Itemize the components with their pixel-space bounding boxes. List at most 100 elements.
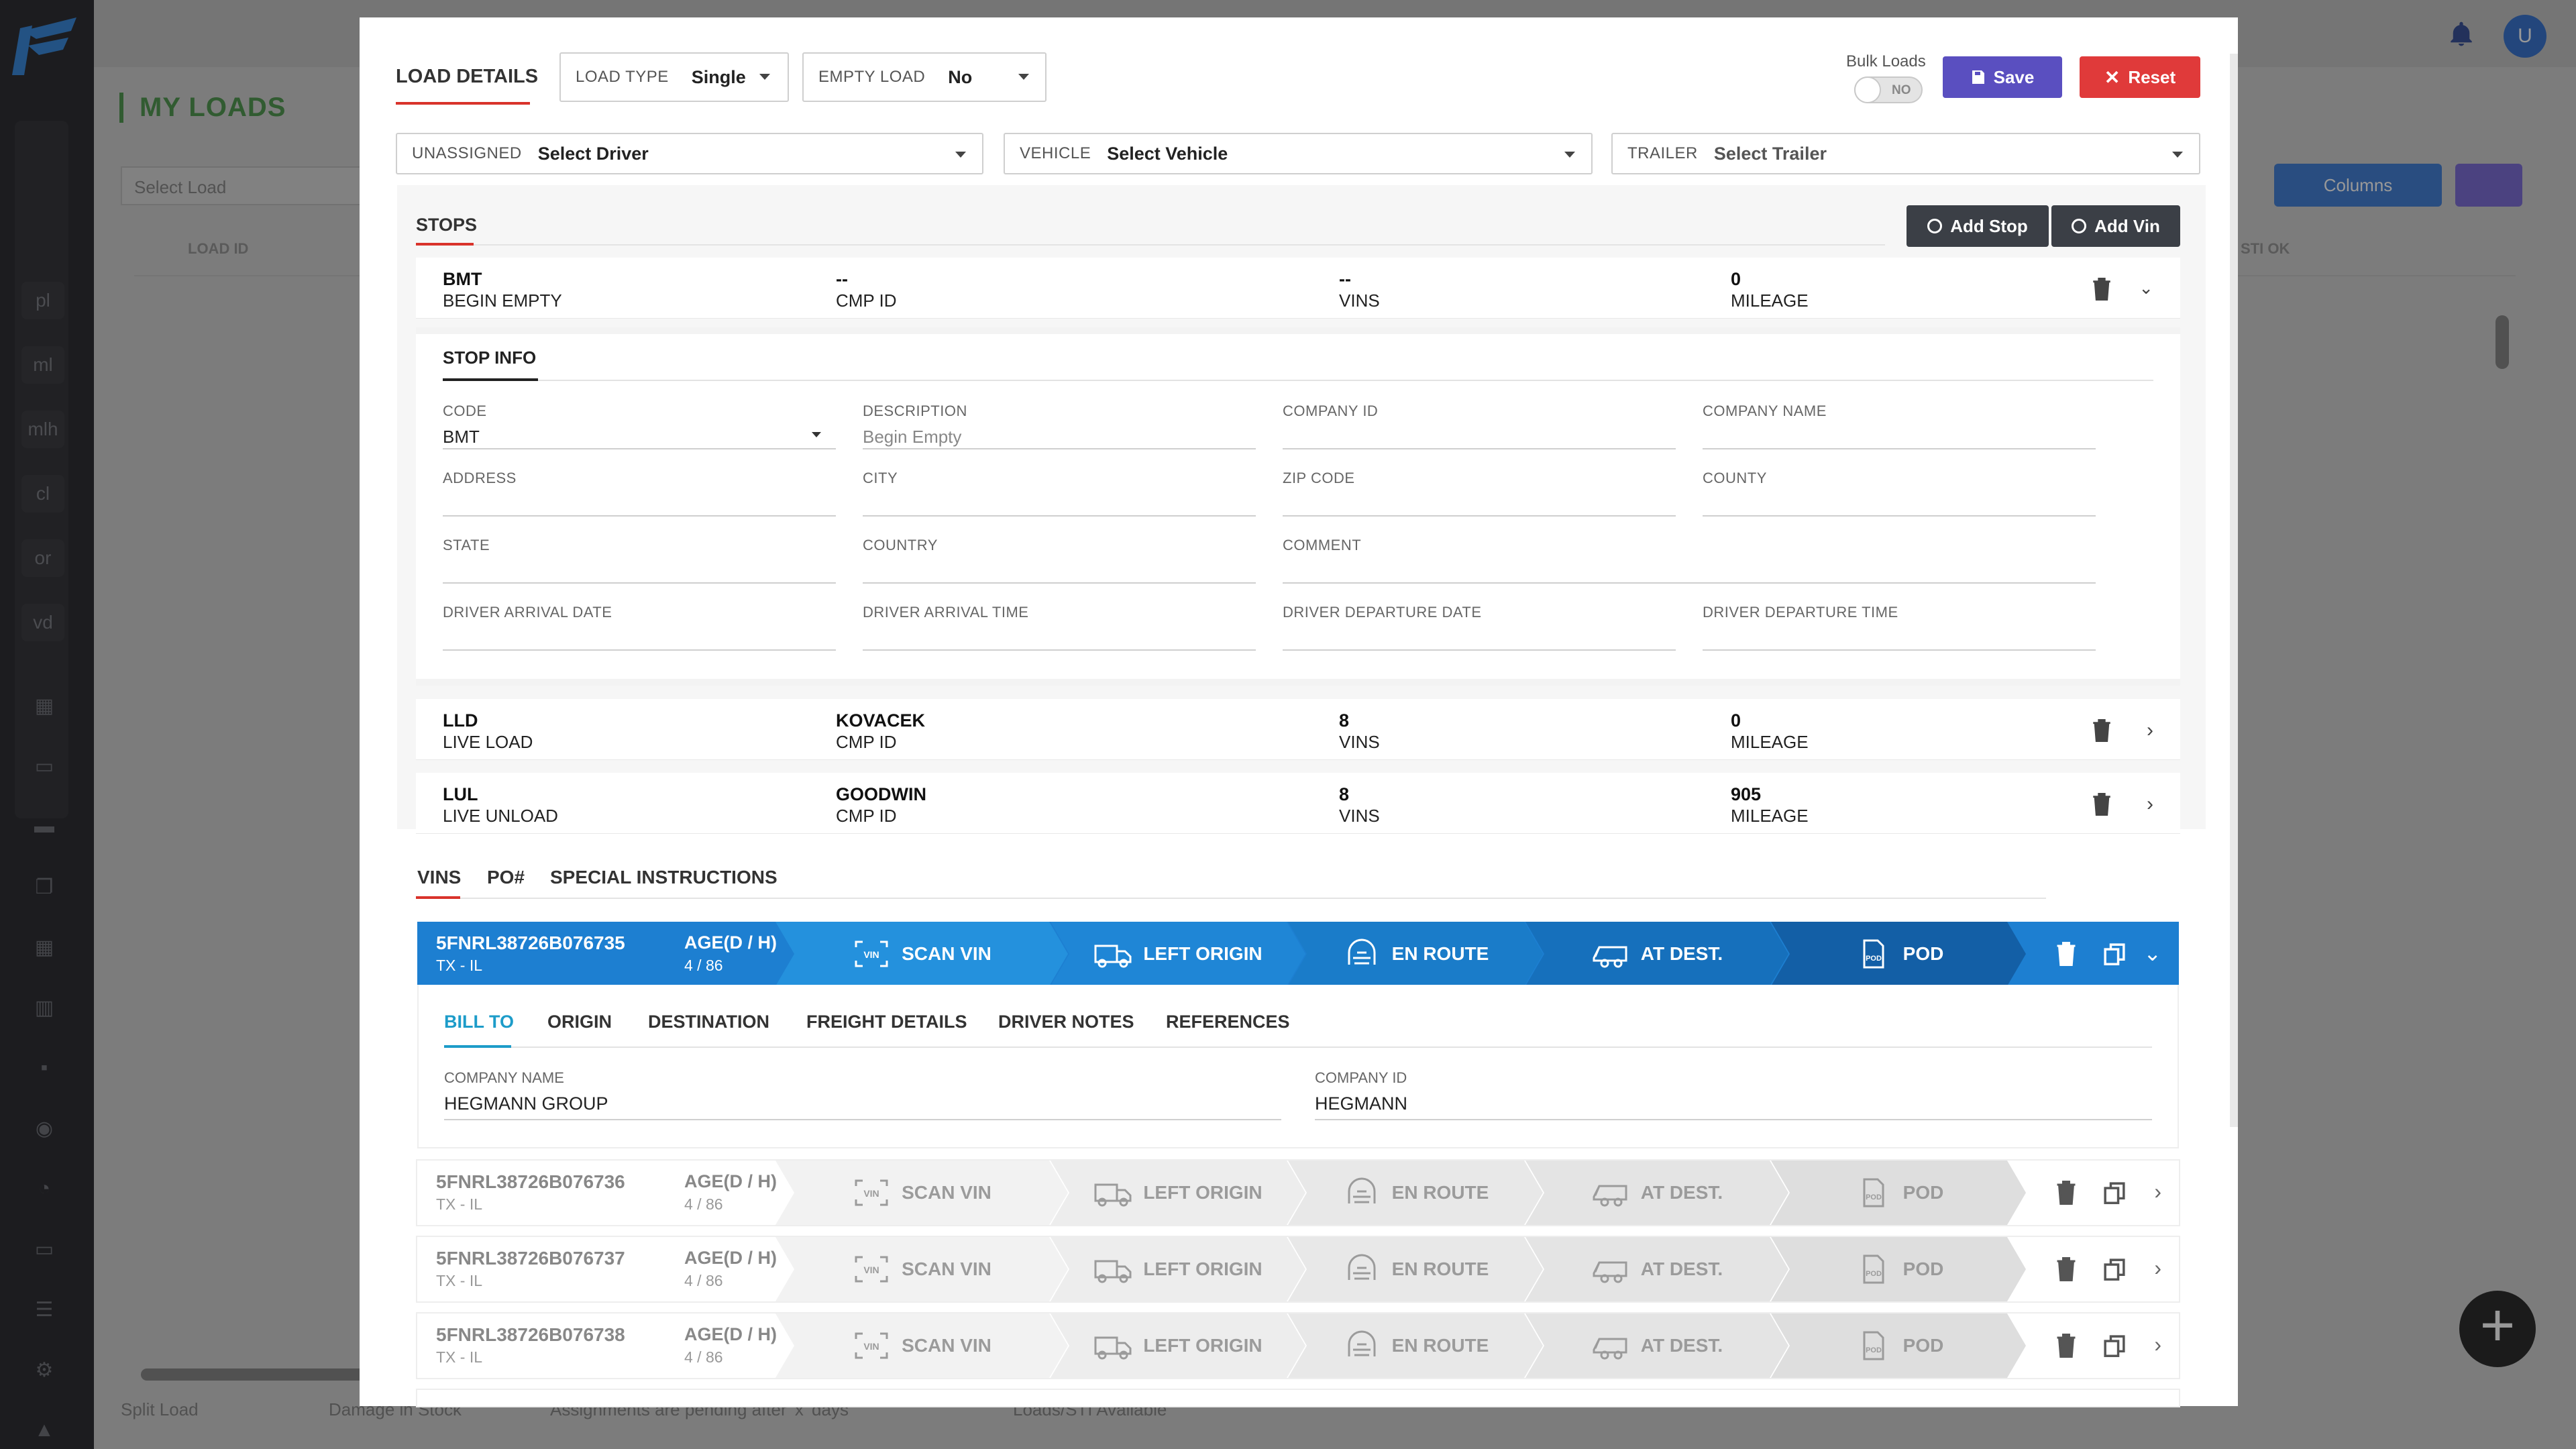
vin-number: 5FNRL38726B076737 [436,1248,625,1269]
company-id-field[interactable]: COMPANY ID [1283,402,1676,449]
county-field[interactable]: COUNTY [1703,470,2096,517]
zip-code-field[interactable]: ZIP CODE [1283,470,1676,517]
add-vin-button[interactable]: Add Vin [2051,205,2180,247]
trailer-select[interactable]: TRAILER Select Trailer [1611,133,2200,174]
save-label: Save [1993,66,2035,87]
vin-card[interactable]: 5FNRL38726B076735 TX - IL AGE(D / H) 4 / 86… [417,922,2179,986]
copy-icon[interactable] [2102,941,2127,967]
tab-freight-details[interactable]: FREIGHT DETAILS [806,1012,967,1032]
stage-pod[interactable]: POD POD [1771,1161,2026,1225]
company-name-field[interactable]: COMPANY NAME HEGMANN GROUP [444,1069,1281,1120]
save-button[interactable]: Save [1943,56,2062,98]
en-route-icon [1342,938,1381,970]
copy-icon[interactable] [2102,1256,2127,1283]
vin-number: 5FNRL38726B076735 [436,932,625,953]
city-field[interactable]: CITY [863,470,1256,517]
company-name-field[interactable]: COMPANY NAME [1703,402,2096,449]
vehicle-select[interactable]: VEHICLE Select Vehicle [1004,133,1593,174]
chevron-right-icon[interactable]: › [2147,793,2153,816]
stop-row[interactable]: LUL LIVE UNLOAD GOODWIN CMP ID 8 VINS 905 MI… [416,773,2180,833]
stage-en-route[interactable]: EN ROUTE [1288,922,1543,986]
tab-destination[interactable]: DESTINATION [648,1012,769,1032]
stage-en-route[interactable]: EN ROUTE [1288,1161,1543,1225]
stage-scan-vin[interactable]: VIN SCAN VIN [775,1313,1068,1378]
company-id-field[interactable]: COMPANY ID HEGMANN [1315,1069,2152,1120]
state-field[interactable]: STATE [443,537,836,584]
stop-row[interactable]: BMT BEGIN EMPTY -- CMP ID -- VINS 0 MILEAGE … [416,258,2180,318]
vin-card[interactable]: 5FNRL38726B076738 TX - IL AGE(D / H) 4 / 86… [417,1313,2179,1378]
stage-left-origin[interactable]: LEFT ORIGIN [1051,1237,1305,1301]
stop-mileage-cell: 0 MILEAGE [1731,269,1809,311]
trash-icon[interactable] [2090,718,2113,743]
trash-icon[interactable] [2054,1332,2078,1359]
copy-icon[interactable] [2102,1332,2127,1359]
stage-left-origin[interactable]: LEFT ORIGIN [1051,1161,1305,1225]
driver-select[interactable]: UNASSIGNED Select Driver [396,133,983,174]
driver-arrival-time-field[interactable]: DRIVER ARRIVAL TIME [863,604,1256,651]
copy-icon[interactable] [2102,1179,2127,1206]
truck-icon [1093,938,1132,970]
stage-at-dest[interactable]: AT DEST. [1525,1161,1788,1225]
plus-circle-icon [1927,219,1943,233]
vin-card[interactable]: 5FNRL38726B076736 TX - IL AGE(D / H) 4 / 86… [417,1161,2179,1225]
trash-icon[interactable] [2054,1256,2078,1283]
driver-departure-date-field[interactable]: DRIVER DEPARTURE DATE [1283,604,1676,651]
chevron-right-icon[interactable]: › [2147,719,2153,742]
stage-en-route[interactable]: EN ROUTE [1288,1313,1543,1378]
stop-row[interactable]: LLD LIVE LOAD KOVACEK CMP ID 8 VINS 0 MILEAG… [416,699,2180,759]
driver-arrival-date-field[interactable]: DRIVER ARRIVAL DATE [443,604,836,651]
vin-card-partial[interactable] [417,1390,2179,1406]
tab-driver-notes[interactable]: DRIVER NOTES [998,1012,1134,1032]
tab-bill-to[interactable]: BILL TO [444,1012,514,1032]
svg-text:VIN: VIN [863,1341,879,1352]
tab-references[interactable]: REFERENCES [1166,1012,1290,1032]
chevron-down-icon[interactable]: ⌄ [2143,941,2161,966]
stops-heading[interactable]: STOPS [416,215,477,235]
trash-icon[interactable] [2054,1179,2078,1206]
svg-text:VIN: VIN [863,1188,879,1199]
stage-at-dest[interactable]: AT DEST. [1525,922,1788,986]
stage-left-origin[interactable]: LEFT ORIGIN [1051,1313,1305,1378]
vin-card[interactable]: 5FNRL38726B076737 TX - IL AGE(D / H) 4 / 86… [417,1237,2179,1301]
stage-pod[interactable]: POD POD [1771,1313,2026,1378]
driver-value: Select Driver [537,143,649,164]
stage-pod[interactable]: POD POD [1771,1237,2026,1301]
vin-route: TX - IL [436,1272,483,1289]
stage-at-dest[interactable]: AT DEST. [1525,1313,1788,1378]
empty-load-select[interactable]: EMPTY LOAD No [802,52,1046,102]
tab-po[interactable]: PO# [487,867,525,888]
stage-left-origin[interactable]: LEFT ORIGIN [1051,922,1305,986]
trash-icon[interactable] [2054,941,2078,967]
bulk-loads-toggle[interactable]: NO [1854,76,1923,103]
tab-vins[interactable]: VINS [417,867,461,888]
pod-icon: POD [1854,1253,1892,1285]
tab-stop-info[interactable]: STOP INFO [443,347,536,368]
tab-special-instructions[interactable]: SPECIAL INSTRUCTIONS [550,867,777,888]
trash-icon[interactable] [2090,276,2113,302]
load-type-select[interactable]: LOAD TYPE Single [559,52,789,102]
stage-en-route[interactable]: EN ROUTE [1288,1237,1543,1301]
stop-code-cell: LUL LIVE UNLOAD [443,784,558,826]
reset-button[interactable]: ✕ Reset [2080,56,2200,98]
comment-field[interactable]: COMMENT [1283,537,2096,584]
chevron-right-icon[interactable]: › [2154,1332,2161,1357]
description-field[interactable]: DESCRIPTION Begin Empty [863,402,1256,449]
stage-scan-vin[interactable]: VIN SCAN VIN [775,1237,1068,1301]
stage-scan-vin[interactable]: VIN SCAN VIN [775,922,1068,986]
stage-scan-vin[interactable]: VIN SCAN VIN [775,1161,1068,1225]
driver-departure-time-field[interactable]: DRIVER DEPARTURE TIME [1703,604,2096,651]
address-field[interactable]: ADDRESS [443,470,836,517]
stop-vins-cell: -- VINS [1339,269,1380,311]
modal-scrollbar[interactable] [2230,54,2238,1127]
chevron-right-icon[interactable]: › [2154,1256,2161,1281]
stage-pod[interactable]: POD POD [1771,922,2026,986]
scan-vin-icon: VIN [852,1177,891,1209]
chevron-right-icon[interactable]: › [2154,1179,2161,1204]
country-field[interactable]: COUNTRY [863,537,1256,584]
chevron-down-icon[interactable]: ⌄ [2139,278,2153,299]
stage-at-dest[interactable]: AT DEST. [1525,1237,1788,1301]
trash-icon[interactable] [2090,792,2113,817]
tab-origin[interactable]: ORIGIN [547,1012,612,1032]
add-stop-button[interactable]: Add Stop [1907,205,2049,247]
code-field[interactable]: CODE BMT [443,402,836,449]
